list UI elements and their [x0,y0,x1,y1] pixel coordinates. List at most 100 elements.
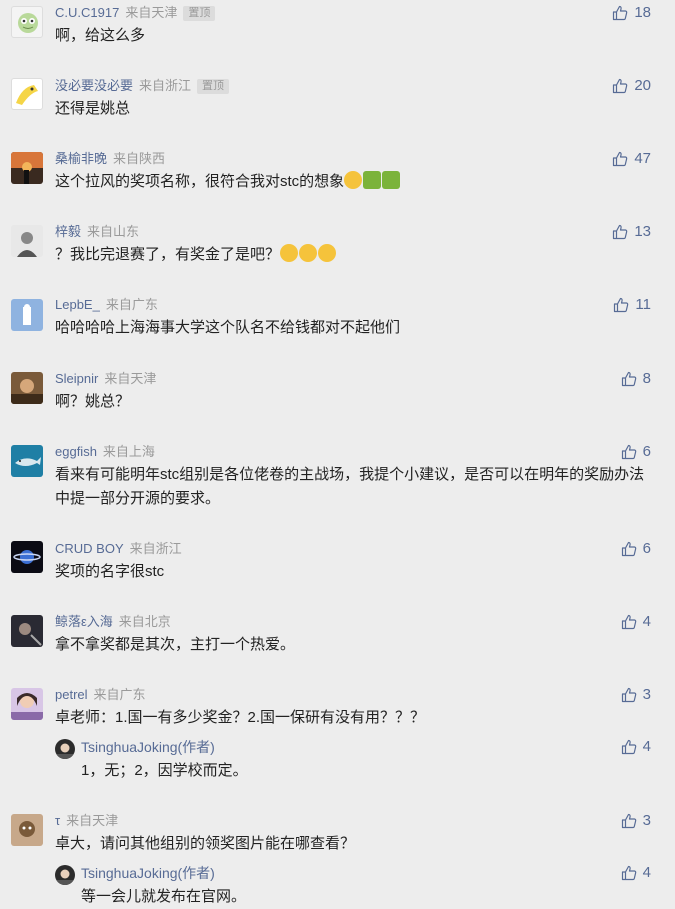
pinned-badge: 置顶 [183,6,216,21]
avatar[interactable] [11,78,43,110]
like-count: 6 [642,443,651,460]
avatar[interactable] [11,299,43,331]
like-count: 13 [634,223,651,240]
comment-text: 哈哈哈哈上海海事大学这个队名不给钱都对不起他们 [55,319,401,336]
like-button[interactable]: 6 [621,540,651,557]
nickname[interactable]: τ [55,813,60,828]
thumbs-up-icon [621,687,636,702]
crying-emoji [280,244,299,262]
like-count: 4 [642,864,651,881]
like-count: 47 [634,150,651,167]
like-button[interactable]: 11 [613,296,651,313]
like-button[interactable]: 4 [621,613,651,630]
thumbs-up-icon [621,444,636,459]
thumbs-up-icon [614,297,629,312]
comment-text: 奖项的名字很stc [55,563,165,580]
comment-meta: τ 来自天津 [55,813,118,829]
location-label: 来自天津 [104,371,157,386]
comment-text: 看来有可能明年stc组别是各位佬卷的主战场，我提个小建议，是否可以在明年的奖励办… [55,466,645,507]
avatar[interactable] [11,372,43,404]
comment-text: 拿不拿奖都是其次，主打一个热爱。 [55,636,296,653]
comment-meta: Sleipnir 来自天津 [55,371,156,387]
reply-avatar[interactable] [55,739,75,759]
reply-text: 等一会儿就发布在官网。 [81,888,247,905]
reply-nickname[interactable]: TsinghuaJoking(作者) [81,738,215,756]
thumbs-up-icon [621,739,636,754]
avatar[interactable] [11,152,43,184]
comment-text: 卓老师：1.国一有多少奖金？2.国一保研有没有用？？？ [55,709,426,726]
nickname[interactable]: LepbE_ [55,297,100,312]
reply-nickname[interactable]: TsinghuaJoking(作者) [81,864,215,882]
thumbs-up-icon [621,813,636,828]
comment-meta: 桑榆非晚 来自陕西 [55,151,165,167]
comment-text: 卓大，请问其他组别的领奖图片能在哪查看？ [55,835,356,852]
comment-meta: 鲸落ε入海 来自北京 [55,614,171,630]
location-label: 来自陕西 [113,151,166,166]
nickname[interactable]: eggfish [55,444,97,459]
like-button[interactable]: 20 [612,77,651,94]
thumbs-up-icon [613,151,628,166]
avatar[interactable] [11,225,43,257]
like-count: 3 [642,686,651,703]
thumbs-up-icon [621,865,636,880]
like-button[interactable]: 47 [612,150,651,167]
like-button[interactable]: 3 [621,686,651,703]
thumbs-up-emoji [363,171,382,189]
comment-meta: CRUD BOY 来自浙江 [55,541,182,557]
comment-meta: petrel 来自广东 [55,687,146,703]
location-label: 来自北京 [118,614,171,629]
nickname[interactable]: 桑榆非晚 [55,151,107,166]
nickname[interactable]: CRUD BOY [55,541,124,556]
thumbs-up-icon [621,371,636,386]
comment-text: 还得是姚总 [55,100,131,117]
avatar[interactable] [11,688,43,720]
reply-like-button[interactable]: 4 [621,738,651,755]
like-count: 6 [642,540,651,557]
like-count: 4 [642,738,651,755]
nickname[interactable]: 没必要没必要 [55,78,133,93]
like-count: 11 [635,296,651,313]
avatar[interactable] [11,445,43,477]
location-label: 来自广东 [93,687,146,702]
thumbs-up-icon [621,541,636,556]
location-label: 来自广东 [105,297,158,312]
location-label: 来自上海 [102,444,155,459]
comment-text: 这个拉风的奖项名称，很符合我对stc的想象 [55,170,645,194]
pinned-badge: 置顶 [197,79,230,94]
thumbs-up-icon [613,78,628,93]
comment-text: 啊，给这么多 [55,27,146,44]
reply-like-button[interactable]: 4 [621,864,651,881]
comment-text-content: 这个拉风的奖项名称，很符合我对stc的想象 [55,173,345,190]
like-button[interactable]: 6 [621,443,651,460]
avatar[interactable] [11,541,43,573]
avatar[interactable] [11,6,43,38]
laugh-emoji [344,171,363,189]
nickname[interactable]: petrel [55,687,88,702]
like-button[interactable]: 8 [621,370,651,387]
comment-meta: 没必要没必要 来自浙江 置顶 [55,78,230,94]
like-count: 18 [634,4,651,21]
nickname[interactable]: Sleipnir [55,371,98,386]
comment-meta: 梓毅 来自山东 [55,224,139,240]
comment-meta: eggfish 来自上海 [55,444,155,460]
nickname[interactable]: 鲸落ε入海 [55,614,113,629]
nickname[interactable]: 梓毅 [55,224,81,239]
thumbs-up-icon [613,5,628,20]
location-label: 来自山东 [87,224,140,239]
like-button[interactable]: 3 [621,812,651,829]
like-count: 8 [642,370,651,387]
crying-emoji [318,244,337,262]
comment-text: ？我比完退赛了，有奖金了是吧？ [55,243,645,267]
reply-avatar[interactable] [55,865,75,885]
like-button[interactable]: 18 [612,4,651,21]
thumbs-up-icon [621,614,636,629]
avatar[interactable] [11,814,43,846]
thumbs-up-emoji [382,171,401,189]
like-button[interactable]: 13 [612,223,651,240]
avatar[interactable] [11,615,43,647]
nickname[interactable]: C.U.C1917 [55,5,119,20]
location-label: 来自天津 [66,813,119,828]
location-label: 来自天津 [125,5,178,20]
comment-meta: C.U.C1917 来自天津 置顶 [55,5,216,21]
comment-meta: LepbE_ 来自广东 [55,297,158,313]
